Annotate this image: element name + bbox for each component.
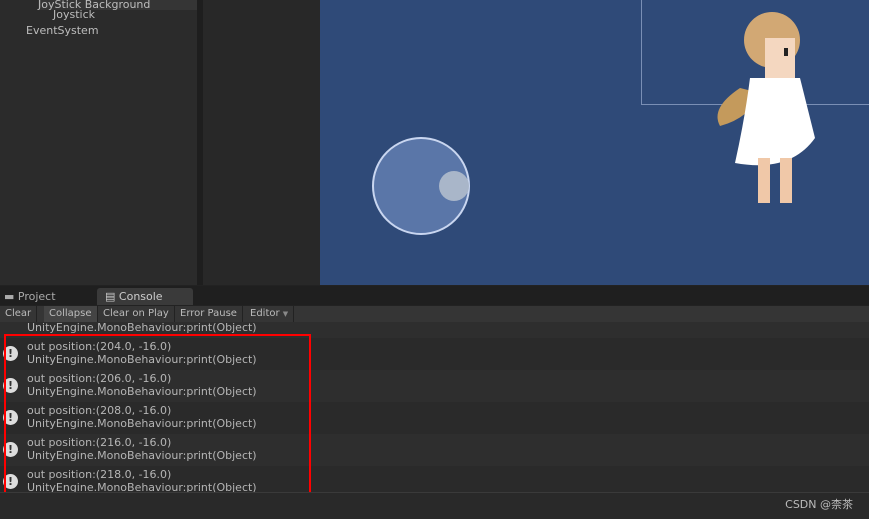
log-trace: UnityEngine.MonoBehaviour:print(Object) bbox=[27, 322, 257, 334]
hierarchy-panel: JoyStick Background Joystick EventSystem bbox=[0, 0, 197, 285]
clear-button[interactable]: Clear bbox=[0, 306, 38, 322]
highlight-box bbox=[4, 334, 311, 507]
chevron-down-icon: ▼ bbox=[282, 310, 289, 318]
collapse-button[interactable]: Collapse bbox=[44, 306, 98, 322]
hierarchy-item[interactable]: EventSystem bbox=[26, 24, 99, 37]
status-bar: CSDN @柰茶 bbox=[0, 492, 869, 519]
watermark: CSDN @柰茶 bbox=[785, 498, 853, 511]
hierarchy-item[interactable]: Joystick bbox=[53, 8, 95, 21]
tab-label: Project bbox=[17, 290, 56, 303]
game-view[interactable] bbox=[320, 0, 869, 285]
editor-dropdown[interactable]: Editor ▼ bbox=[245, 306, 295, 322]
console-icon: ▤ bbox=[105, 290, 116, 303]
folder-icon: ▬ bbox=[4, 290, 15, 303]
tab-label: Console bbox=[118, 290, 163, 303]
joystick-knob[interactable] bbox=[439, 171, 469, 201]
empty-panel bbox=[203, 0, 320, 285]
console-toolbar: Clear Collapse Clear on Play Error Pause… bbox=[0, 306, 869, 323]
editor-label: Editor bbox=[250, 308, 280, 319]
error-pause-button[interactable]: Error Pause bbox=[175, 306, 243, 322]
tab-project[interactable]: ▬ Project bbox=[4, 288, 94, 305]
tab-console[interactable]: ▤ Console bbox=[97, 288, 193, 305]
character-sprite bbox=[717, 12, 815, 203]
tab-bar: ▬ Project ▤ Console bbox=[0, 286, 869, 305]
clear-on-play-button[interactable]: Clear on Play bbox=[98, 306, 175, 322]
